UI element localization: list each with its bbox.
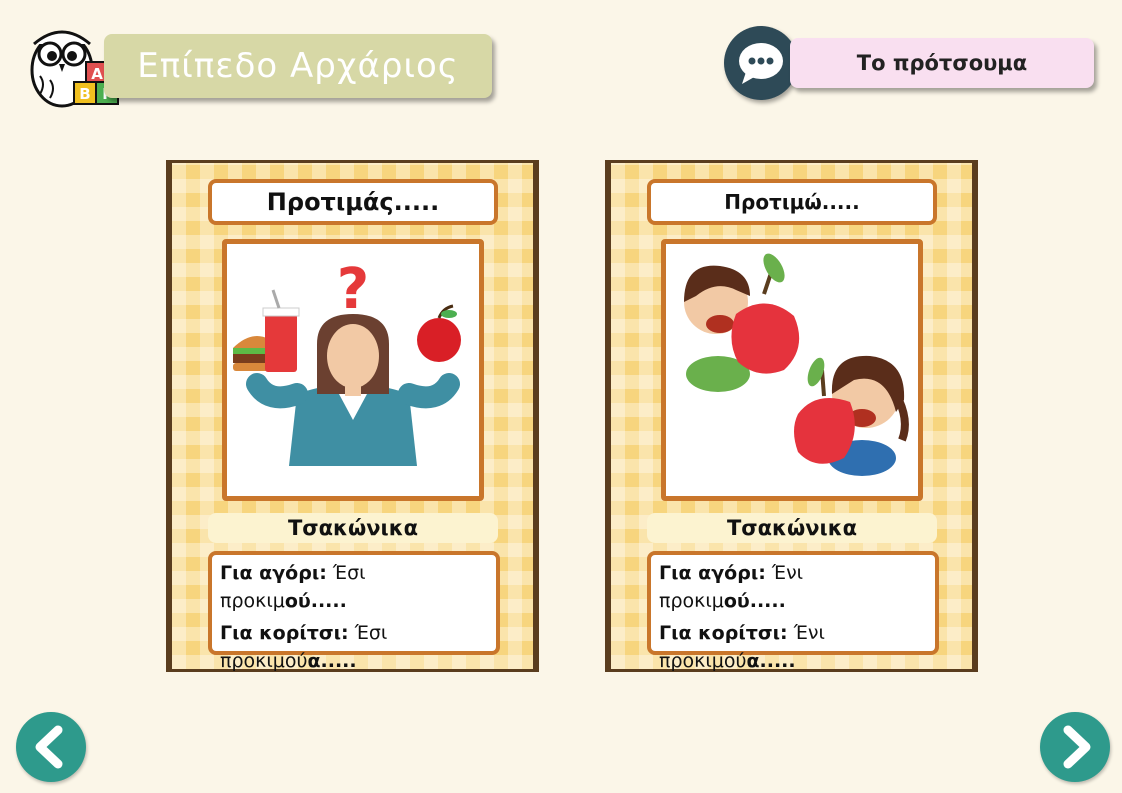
card-image-kids-eating-apples (661, 239, 923, 501)
forms-box: Για αγόρι: Ένι προκιμού..... Για κορίτσι… (647, 551, 939, 672)
girl-form: Για κορίτσι: Έσι προκιμούα..... (220, 622, 388, 672)
card-title: Προτιμάς..... (208, 179, 498, 225)
svg-text:Α: Α (91, 65, 103, 83)
chevron-left-icon (35, 725, 63, 769)
previous-button[interactable] (16, 712, 86, 782)
chat-bubble-icon (739, 43, 783, 84)
card-image-choosing-food: ? (222, 239, 484, 501)
card-title: Προτιμώ..... (647, 179, 937, 225)
phrase-card-question: Προτιμάς..... ? Τσακώνικα Για αγόρι: Έσι… (166, 160, 539, 672)
phrase-card-answer: Προτιμώ..... Τσακώνικα Για αγόρι: Ένι πρ… (605, 160, 978, 672)
chat-bubble-button[interactable] (724, 26, 798, 100)
boy-form: Για αγόρι: Έσι προκιμού..... (220, 562, 366, 612)
svg-text:?: ? (337, 257, 369, 322)
forms-box: Για αγόρι: Έσι προκιμού..... Για κορίτσι… (208, 551, 500, 672)
chevron-right-icon (1063, 725, 1091, 769)
sample-button[interactable]: Το πρότσουμα (790, 38, 1094, 88)
svg-text:Β: Β (79, 85, 90, 103)
level-banner: Επίπεδο Αρχάριος (104, 34, 492, 98)
dialect-label: Τσακώνικα (647, 513, 937, 543)
level-title: Επίπεδο Αρχάριος (137, 46, 459, 86)
next-button[interactable] (1040, 712, 1110, 782)
girl-form: Για κορίτσι: Ένι προκιμούα..... (659, 622, 825, 672)
dialect-label: Τσακώνικα (208, 513, 498, 543)
boy-form: Για αγόρι: Ένι προκιμού..... (659, 562, 804, 612)
